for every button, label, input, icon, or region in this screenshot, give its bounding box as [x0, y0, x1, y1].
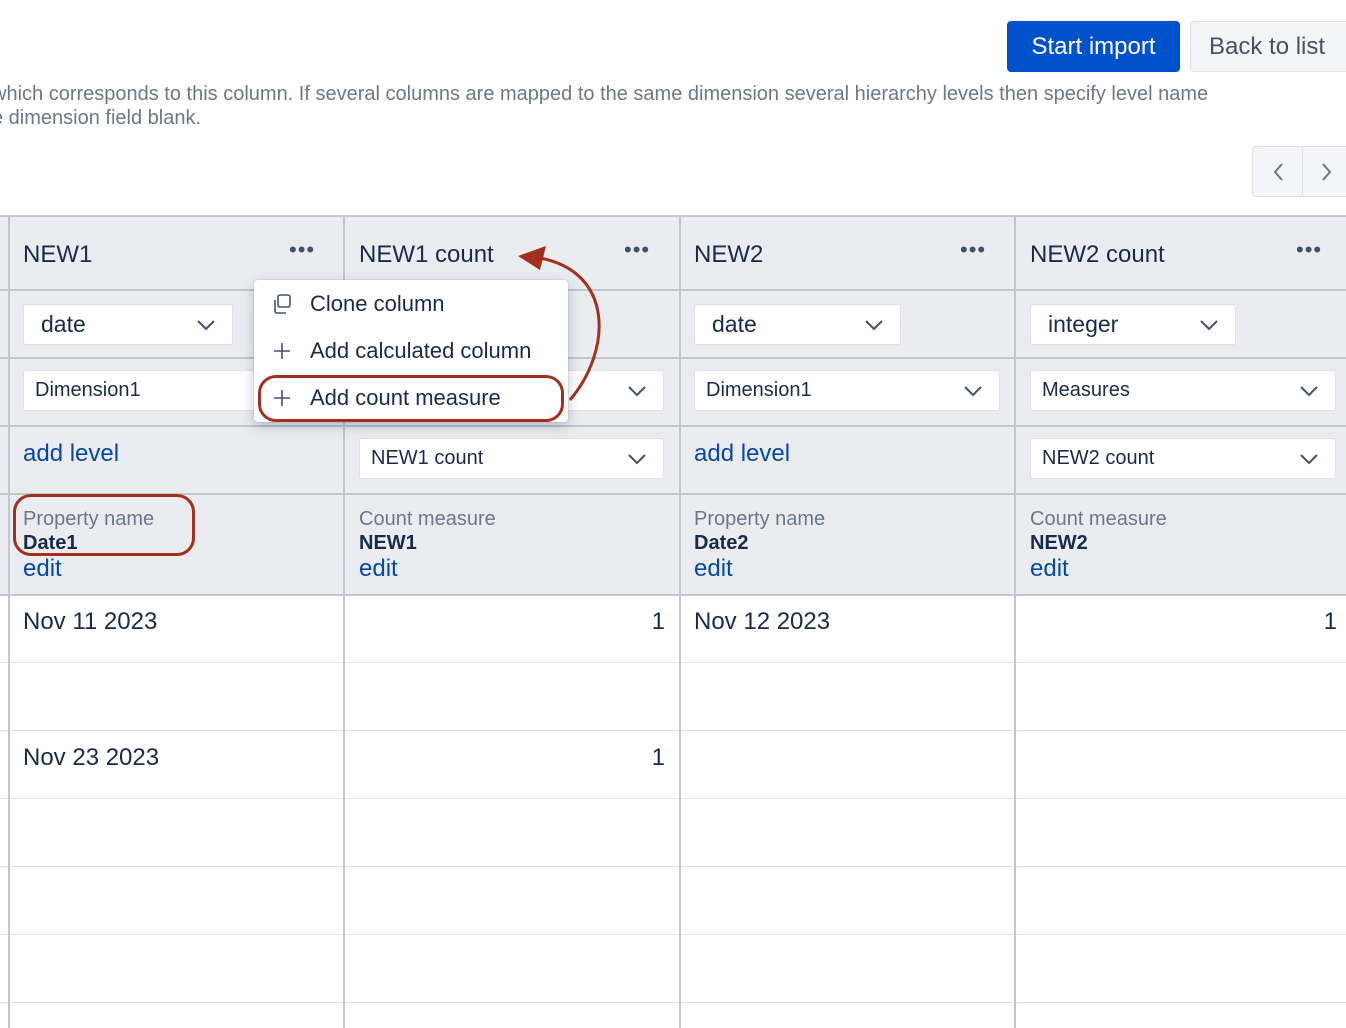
chevron-down-icon	[197, 319, 215, 330]
pager-next-button[interactable]	[1302, 147, 1346, 196]
row-divider	[0, 798, 1346, 799]
meta-value: Date1	[23, 532, 78, 554]
row-divider	[0, 934, 1346, 935]
more-options-icon[interactable]: •••	[289, 239, 315, 261]
plus-icon	[254, 388, 310, 408]
add-level-link[interactable]: add level	[694, 440, 790, 468]
edit-link[interactable]: edit	[359, 555, 398, 583]
meta-label: Property name	[23, 508, 155, 530]
edit-link[interactable]: edit	[694, 555, 733, 583]
row-divider	[0, 662, 1346, 663]
table-cell: 1	[651, 608, 665, 635]
edit-link[interactable]: edit	[1030, 555, 1069, 583]
type-select[interactable]: date	[694, 304, 901, 345]
table-cell: Nov 11 2023	[23, 608, 158, 635]
type-select[interactable]: integer	[1030, 304, 1236, 345]
column-context-menu: Clone column Add calculated column Add c…	[254, 280, 568, 422]
chevron-down-icon	[865, 319, 883, 330]
row-divider	[0, 730, 1346, 731]
column-divider	[1014, 217, 1016, 1028]
row-divider	[0, 289, 1346, 291]
row-divider	[0, 594, 1346, 596]
menu-item-label: Add count measure	[310, 384, 501, 410]
table-cell: Nov 12 2023	[694, 608, 831, 635]
table-cell: Nov 23 2023	[23, 744, 160, 771]
clone-icon	[254, 293, 310, 315]
more-options-icon[interactable]: •••	[624, 239, 650, 261]
help-text-line-2: e dimension field blank.	[0, 107, 202, 129]
chevron-left-icon	[1273, 162, 1283, 181]
menu-item-add-calculated-column[interactable]: Add calculated column	[254, 327, 568, 374]
type-select-value: date	[712, 311, 757, 337]
level-select[interactable]: NEW1 count	[359, 438, 664, 479]
meta-label: Property name	[694, 508, 826, 530]
add-level-link[interactable]: add level	[23, 440, 119, 468]
help-text: which corresponds to this column. If sev…	[0, 82, 1346, 130]
edit-link[interactable]: edit	[23, 555, 62, 583]
table-cell: 1	[1323, 608, 1337, 635]
meta-value: NEW2	[1030, 532, 1088, 554]
level-select[interactable]: NEW2 count	[1030, 438, 1336, 479]
column-title: NEW1	[23, 241, 93, 268]
more-options-icon[interactable]: •••	[1296, 239, 1322, 261]
menu-item-label: Add calculated column	[310, 337, 532, 363]
start-import-button[interactable]: Start import	[1007, 21, 1180, 72]
chevron-down-icon	[628, 385, 646, 396]
more-options-icon[interactable]: •••	[960, 239, 986, 261]
row-divider	[0, 1002, 1346, 1003]
type-select[interactable]: date	[23, 304, 233, 345]
table-cell: 1	[651, 744, 665, 771]
pager-prev-button[interactable]	[1253, 147, 1302, 196]
meta-value: Date2	[694, 532, 749, 554]
dimension-select[interactable]: Dimension1	[694, 370, 1000, 411]
column-divider	[8, 217, 10, 1028]
dimension-select[interactable]: Measures	[1030, 370, 1336, 411]
dimension-select-value: Dimension1	[706, 379, 812, 401]
row-divider	[0, 866, 1346, 867]
type-select-value: integer	[1048, 311, 1119, 337]
level-select-value: NEW1 count	[371, 447, 484, 469]
dimension-select-value: Measures	[1042, 379, 1130, 401]
plus-icon	[254, 341, 310, 361]
chevron-down-icon	[1300, 385, 1318, 396]
menu-item-label: Clone column	[310, 290, 445, 316]
type-select-value: date	[41, 311, 86, 337]
column-title: NEW2 count	[1030, 241, 1165, 268]
row-divider	[0, 493, 1346, 495]
meta-label: Count measure	[1030, 508, 1167, 530]
back-to-list-button[interactable]: Back to list	[1190, 21, 1346, 72]
menu-item-add-count-measure[interactable]: Add count measure	[254, 374, 568, 421]
column-divider	[679, 217, 681, 1028]
meta-label: Count measure	[359, 508, 496, 530]
row-divider	[0, 425, 1346, 427]
menu-item-clone-column[interactable]: Clone column	[254, 280, 568, 327]
dimension-select-value: Dimension1	[35, 379, 141, 401]
help-text-line-1: which corresponds to this column. If sev…	[0, 83, 1209, 105]
mapping-grid: NEW1 ••• date Dimension1 add level Prope…	[0, 215, 1346, 1028]
chevron-right-icon	[1322, 162, 1332, 181]
column-title: NEW1 count	[359, 241, 494, 268]
chevron-down-icon	[964, 385, 982, 396]
chevron-down-icon	[628, 453, 646, 464]
column-pager	[1252, 146, 1346, 197]
chevron-down-icon	[1200, 319, 1218, 330]
column-title: NEW2	[694, 241, 764, 268]
row-divider	[0, 357, 1346, 359]
meta-value: NEW1	[359, 532, 417, 554]
chevron-down-icon	[1300, 453, 1318, 464]
level-select-value: NEW2 count	[1042, 447, 1155, 469]
